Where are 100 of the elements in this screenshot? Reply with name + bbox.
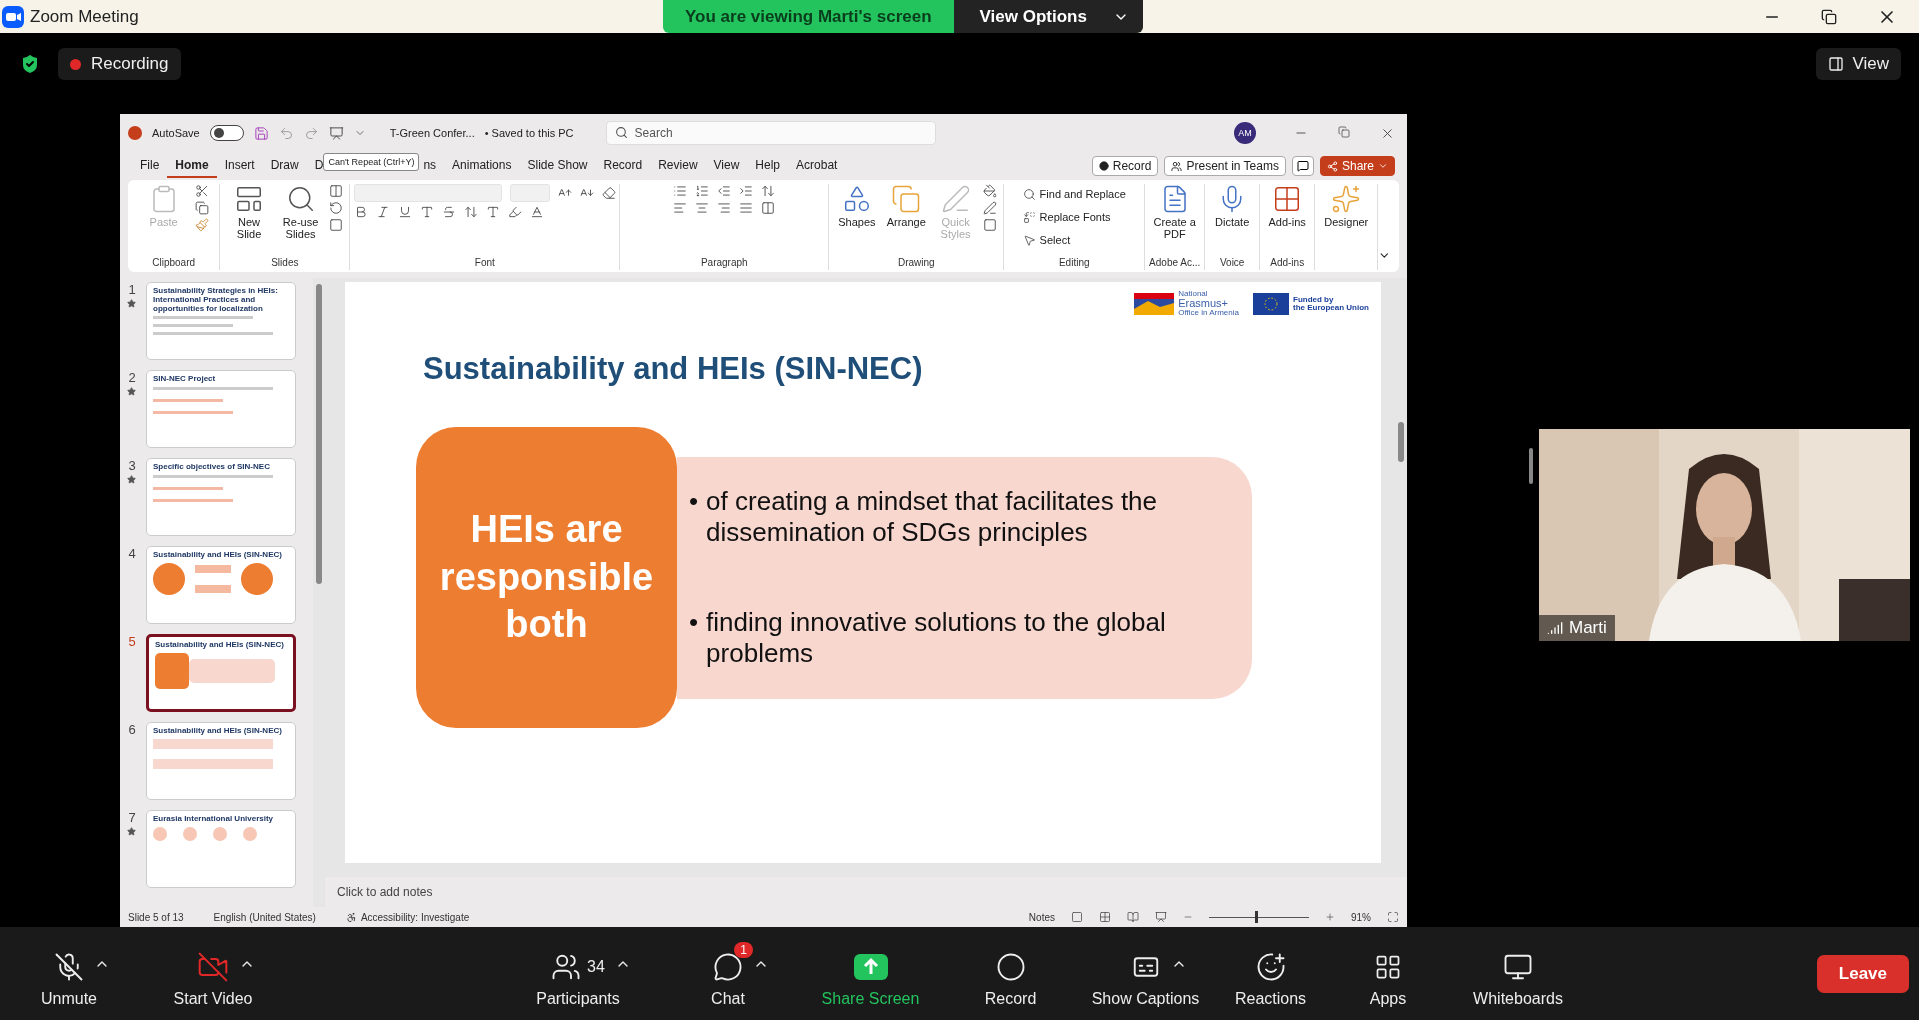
teams-button[interactable]: Present in Teams bbox=[1164, 156, 1286, 176]
ribbon-button[interactable]: Shapes bbox=[835, 184, 879, 229]
outdent-icon[interactable] bbox=[717, 184, 732, 198]
indent-icon[interactable] bbox=[739, 184, 754, 198]
fill-icon[interactable] bbox=[983, 184, 998, 198]
menu-tab[interactable]: Insert bbox=[216, 154, 263, 178]
slide-thumbnail[interactable]: SIN-NEC Project bbox=[146, 370, 296, 448]
menu-tab[interactable]: Draw bbox=[262, 154, 307, 178]
ribbon-button[interactable]: Designer bbox=[1321, 184, 1372, 229]
slide-thumbnail[interactable]: Specific objectives of SIN-NEC bbox=[146, 458, 296, 536]
ribbon-button[interactable]: Add-ins bbox=[1266, 184, 1309, 229]
font-size-field[interactable] bbox=[509, 184, 550, 202]
comments-button[interactable] bbox=[1291, 156, 1314, 176]
align-center-icon[interactable] bbox=[695, 201, 710, 215]
sorter-view-icon[interactable] bbox=[1099, 911, 1111, 923]
autosave-toggle[interactable] bbox=[209, 125, 244, 141]
case-icon[interactable] bbox=[485, 205, 500, 219]
ribbon-button[interactable]: New Slide bbox=[226, 184, 272, 241]
restore-icon[interactable] bbox=[1821, 8, 1837, 25]
menu-tab[interactable]: Animations bbox=[444, 154, 520, 178]
accessibility-status[interactable]: Accessibility: Investigate bbox=[360, 911, 470, 923]
ribbon-icon bbox=[1022, 187, 1036, 201]
slide-thumbnail[interactable]: Sustainability and HEIs (SIN-NEC) bbox=[146, 722, 296, 800]
ribbon-button[interactable]: Find and Replace bbox=[1022, 184, 1126, 204]
effects-icon[interactable] bbox=[983, 218, 998, 232]
file-name[interactable]: T-Green Confer... bbox=[389, 127, 475, 139]
font-color-icon[interactable] bbox=[529, 205, 544, 219]
ribbon-button[interactable]: Select bbox=[1022, 230, 1126, 250]
present-icon[interactable] bbox=[328, 125, 344, 141]
justify-icon[interactable] bbox=[739, 201, 754, 215]
clear-format-icon[interactable] bbox=[601, 186, 616, 200]
shadow-icon[interactable] bbox=[419, 205, 434, 219]
ribbon-button[interactable]: Create a PDF bbox=[1151, 184, 1199, 241]
account-avatar[interactable]: AM bbox=[1234, 122, 1256, 144]
ribbon-button[interactable]: Replace Fonts bbox=[1022, 207, 1126, 227]
align-right-icon[interactable] bbox=[717, 201, 732, 215]
notes-button[interactable]: Notes bbox=[1028, 911, 1055, 923]
recording-indicator[interactable]: Recording bbox=[58, 48, 181, 80]
toolbar-button[interactable]: Show Captions bbox=[1078, 939, 1213, 1008]
normal-view-icon[interactable] bbox=[1071, 911, 1083, 923]
menu-tab[interactable]: Record bbox=[595, 154, 651, 178]
columns-icon[interactable] bbox=[761, 201, 776, 215]
share-button[interactable]: Share bbox=[1319, 156, 1395, 176]
search-field[interactable]: Search bbox=[605, 121, 936, 145]
menu-tab[interactable]: Acrobat bbox=[788, 154, 846, 178]
notes-field[interactable]: Click to add notes bbox=[325, 877, 1407, 907]
bullets-icon[interactable] bbox=[673, 184, 688, 198]
save-icon[interactable] bbox=[253, 125, 269, 141]
menu-tab[interactable]: Help bbox=[747, 154, 789, 178]
cut-icon[interactable] bbox=[194, 184, 209, 198]
fit-icon[interactable] bbox=[1387, 911, 1399, 923]
menu-tab[interactable]: Slide Show bbox=[519, 154, 596, 178]
reset-icon[interactable] bbox=[329, 201, 344, 215]
copy-icon[interactable] bbox=[194, 201, 209, 215]
strikethrough-icon[interactable] bbox=[441, 205, 456, 219]
record-button[interactable]: Record bbox=[1091, 156, 1159, 176]
toolbar-button[interactable]: Reactions bbox=[1213, 939, 1328, 1008]
toolbar-button[interactable]: Apps bbox=[1328, 939, 1448, 1008]
menu-tab[interactable]: View bbox=[705, 154, 748, 178]
font-field[interactable] bbox=[353, 184, 502, 202]
toolbar-button[interactable]: Record bbox=[943, 939, 1078, 1008]
save-status[interactable]: • Saved to this PC bbox=[484, 127, 574, 139]
slide-thumbnail[interactable]: Eurasia International University bbox=[146, 810, 296, 888]
toolbar-button[interactable]: 1 Chat bbox=[658, 939, 798, 1008]
line-spacing-icon[interactable] bbox=[761, 184, 776, 198]
align-left-icon[interactable] bbox=[673, 201, 688, 215]
accessibility-icon[interactable] bbox=[345, 911, 357, 923]
language-status[interactable]: English (United States) bbox=[213, 911, 316, 923]
toolbar-button[interactable]: Unmute bbox=[0, 939, 138, 1008]
toolbar-button[interactable]: Whiteboards bbox=[1448, 939, 1588, 1008]
scrollbar[interactable] bbox=[313, 278, 325, 907]
ribbon-button[interactable]: Dictate bbox=[1211, 184, 1254, 229]
slideshow-icon[interactable] bbox=[1155, 911, 1167, 923]
toolbar-button[interactable]: Share Screen bbox=[798, 939, 943, 1008]
zoom-thumb[interactable] bbox=[1255, 911, 1258, 923]
zoom-in-icon[interactable] bbox=[1325, 912, 1335, 922]
menu-tab[interactable]: File bbox=[132, 154, 168, 178]
ribbon-button[interactable]: Arrange bbox=[884, 184, 928, 229]
leave-button[interactable]: Leave bbox=[1816, 954, 1909, 993]
outline-icon[interactable] bbox=[983, 201, 998, 215]
slide-thumbnail[interactable]: Sustainability and HEIs (SIN-NEC) bbox=[146, 634, 296, 712]
view-button[interactable]: View bbox=[1816, 48, 1901, 80]
highlighter-icon[interactable] bbox=[507, 205, 522, 219]
ribbon-button[interactable]: Re-use Slides bbox=[277, 184, 324, 241]
underline-icon[interactable] bbox=[397, 205, 412, 219]
toolbar-button[interactable]: 34 Participants bbox=[498, 939, 658, 1008]
italic-icon[interactable] bbox=[375, 205, 390, 219]
numbering-icon[interactable] bbox=[695, 184, 710, 198]
layout-icon[interactable] bbox=[329, 184, 344, 198]
spacing-icon[interactable] bbox=[463, 205, 478, 219]
paintbrush-icon[interactable] bbox=[194, 218, 209, 232]
resize-handle[interactable] bbox=[1529, 448, 1533, 484]
menu-tab[interactable]: Review bbox=[650, 154, 706, 178]
menu-tab[interactable]: Home bbox=[167, 154, 217, 178]
section-icon[interactable] bbox=[329, 218, 344, 232]
toolbar-button[interactable]: Start Video bbox=[138, 939, 288, 1008]
slide-thumbnail[interactable]: Sustainability Strategies in HEIs: International Practices and opportunities for localization bbox=[146, 282, 296, 360]
slide-thumbnail[interactable]: Sustainability and HEIs (SIN-NEC) bbox=[146, 546, 296, 624]
view-options-button[interactable]: View Options bbox=[953, 0, 1143, 33]
reading-view-icon[interactable] bbox=[1127, 911, 1139, 923]
